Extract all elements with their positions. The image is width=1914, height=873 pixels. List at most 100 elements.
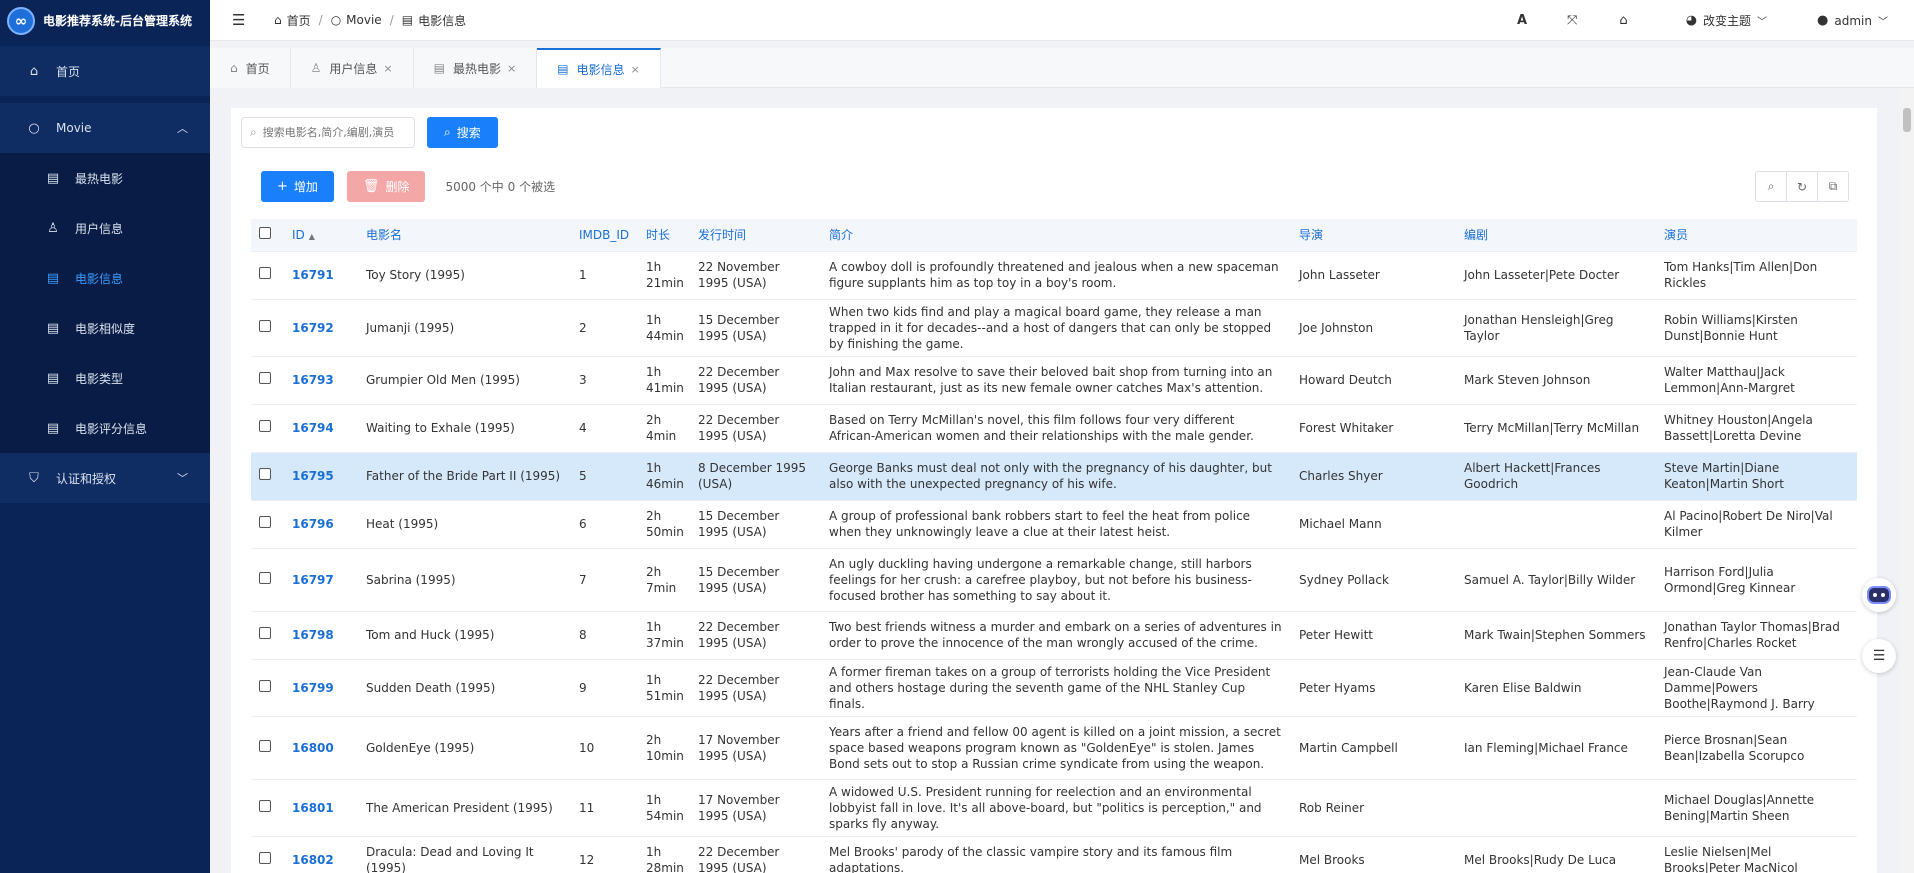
row-checkbox[interactable] bbox=[259, 372, 271, 384]
table-search-icon[interactable]: ⌕ bbox=[1755, 171, 1787, 202]
row-checkbox[interactable] bbox=[259, 319, 271, 332]
cell-director: Forest Whitaker bbox=[1291, 404, 1456, 453]
cell-id[interactable]: 16793 bbox=[284, 356, 358, 405]
table-row[interactable]: 16800 GoldenEye (1995) 10 2h 10min 17 Novemb… bbox=[251, 716, 1857, 780]
cell-id[interactable]: 16795 bbox=[284, 452, 358, 501]
sidebar-item-3[interactable]: ▤ 电影相似度 bbox=[0, 303, 210, 353]
tab-2[interactable]: ▤ 最热电影 × bbox=[413, 48, 538, 88]
close-icon[interactable]: × bbox=[507, 62, 516, 75]
cell-id[interactable]: 16794 bbox=[284, 404, 358, 453]
column-header[interactable]: 发行时间 bbox=[690, 219, 821, 252]
tab-0[interactable]: ⌂ 首页 bbox=[210, 48, 291, 88]
scrollbar[interactable] bbox=[1900, 88, 1914, 873]
row-checkbox[interactable] bbox=[259, 627, 271, 639]
table-row[interactable]: 16791 Toy Story (1995) 1 1h 21min 22 Novembe… bbox=[251, 251, 1857, 300]
cell-writer bbox=[1456, 500, 1656, 549]
cell-actors: Jean-Claude Van Damme|Powers Boothe|Raym… bbox=[1656, 659, 1857, 717]
notes-button[interactable]: ☰ bbox=[1862, 639, 1896, 673]
cell-id[interactable]: 16801 bbox=[284, 779, 358, 837]
breadcrumb-movie[interactable]: ○ Movie bbox=[331, 13, 382, 27]
film-icon: ▤ bbox=[46, 170, 60, 186]
cell-id[interactable]: 16799 bbox=[284, 659, 358, 717]
chevron-down-icon: ﹀ bbox=[177, 472, 188, 485]
column-header[interactable]: 演员 bbox=[1656, 219, 1857, 252]
scrollbar-thumb[interactable] bbox=[1903, 108, 1911, 132]
search-button[interactable]: ⌕ 搜索 bbox=[427, 117, 498, 148]
column-header[interactable]: 导演 bbox=[1291, 219, 1456, 252]
sidebar-group-movie[interactable]: ○ Movie ︿ bbox=[0, 103, 210, 153]
sidebar-item-home[interactable]: ⌂ 首页 bbox=[0, 46, 210, 96]
export-icon[interactable]: ⧉ bbox=[1817, 171, 1849, 202]
table-row[interactable]: 16794 Waiting to Exhale (1995) 4 2h 4min 22 … bbox=[251, 404, 1857, 453]
table-row[interactable]: 16796 Heat (1995) 6 2h 50min 15 December 199… bbox=[251, 500, 1857, 549]
cell-id[interactable]: 16797 bbox=[284, 548, 358, 612]
table-row[interactable]: 16798 Tom and Huck (1995) 8 1h 37min 22 Dece… bbox=[251, 611, 1857, 660]
sidebar-item-1[interactable]: ♙ 用户信息 bbox=[0, 203, 210, 253]
theme-switcher[interactable]: ◕ 改变主题 ﹀ bbox=[1686, 12, 1767, 29]
close-icon[interactable]: × bbox=[383, 62, 392, 75]
home-icon[interactable]: ⌂ bbox=[1619, 13, 1627, 28]
row-select-cell bbox=[251, 404, 284, 453]
search-input[interactable] bbox=[262, 126, 403, 139]
table-row[interactable]: 16797 Sabrina (1995) 7 2h 7min 15 December 1… bbox=[251, 548, 1857, 612]
cell-name: Sudden Death (1995) bbox=[358, 659, 571, 717]
sidebar-item-0[interactable]: ▤ 最热电影 bbox=[0, 153, 210, 203]
cell-imdb: 10 bbox=[571, 716, 638, 780]
row-checkbox[interactable] bbox=[259, 468, 271, 480]
row-checkbox[interactable] bbox=[259, 516, 271, 528]
tab-1[interactable]: ♙ 用户信息 × bbox=[290, 48, 414, 88]
row-checkbox[interactable] bbox=[259, 799, 271, 812]
cell-name: Waiting to Exhale (1995) bbox=[358, 404, 571, 453]
table-row[interactable]: 16795 Father of the Bride Part II (1995) 5… bbox=[251, 452, 1857, 501]
select-all-cell bbox=[251, 219, 284, 252]
close-icon[interactable]: × bbox=[631, 63, 640, 76]
column-header[interactable]: 简介 bbox=[821, 219, 1291, 252]
cell-id[interactable]: 16802 bbox=[284, 836, 358, 873]
cell-id[interactable]: 16796 bbox=[284, 500, 358, 549]
sidebar-group-auth[interactable]: ⛉ 认证和授权 ﹀ bbox=[0, 453, 210, 503]
sidebar-item-4[interactable]: ▤ 电影类型 bbox=[0, 353, 210, 403]
font-size-icon[interactable]: A bbox=[1517, 13, 1527, 28]
column-header[interactable]: 时长 bbox=[638, 219, 690, 252]
cell-director: Martin Campbell bbox=[1291, 716, 1456, 780]
delete-button[interactable]: 🗑 删除 bbox=[346, 171, 426, 202]
column-header[interactable]: IMDB_ID bbox=[571, 219, 638, 252]
column-header[interactable]: ID ▲ bbox=[284, 219, 358, 252]
row-select-cell bbox=[251, 611, 284, 660]
tab-3[interactable]: ▤ 电影信息 × bbox=[537, 48, 661, 88]
cell-writer: Mark Steven Johnson bbox=[1456, 356, 1656, 405]
row-checkbox[interactable] bbox=[259, 852, 271, 864]
table-row[interactable]: 16792 Jumanji (1995) 2 1h 44min 15 December … bbox=[251, 299, 1857, 357]
cell-id[interactable]: 16800 bbox=[284, 716, 358, 780]
table-row[interactable]: 16793 Grumpier Old Men (1995) 3 1h 41min 22 … bbox=[251, 356, 1857, 405]
table-row[interactable]: 16801 The American President (1995) 11 1h 5… bbox=[251, 779, 1857, 837]
row-checkbox[interactable] bbox=[259, 679, 271, 692]
sidebar-item-2[interactable]: ▤ 电影信息 bbox=[0, 253, 210, 303]
menu-toggle-icon[interactable]: ☰ bbox=[232, 11, 252, 29]
cell-imdb: 4 bbox=[571, 404, 638, 453]
cell-actors: Pierce Brosnan|Sean Bean|Izabella Scorup… bbox=[1656, 716, 1857, 780]
robot-icon bbox=[1867, 586, 1891, 604]
refresh-icon[interactable]: ↻ bbox=[1786, 171, 1818, 202]
row-checkbox[interactable] bbox=[259, 739, 271, 752]
sidebar-item-5[interactable]: ▤ 电影评分信息 bbox=[0, 403, 210, 453]
select-all-checkbox[interactable] bbox=[259, 227, 271, 240]
cell-id[interactable]: 16792 bbox=[284, 299, 358, 357]
chatbot-button[interactable] bbox=[1862, 578, 1896, 612]
search-icon: ⌕ bbox=[444, 125, 451, 139]
column-header[interactable]: 电影名 bbox=[358, 219, 571, 252]
user-menu[interactable]: ● admin ﹀ bbox=[1817, 13, 1888, 28]
fullscreen-icon[interactable]: ⤧ bbox=[1567, 13, 1577, 28]
cell-id[interactable]: 16791 bbox=[284, 251, 358, 300]
table-row[interactable]: 16799 Sudden Death (1995) 9 1h 51min 22 Dece… bbox=[251, 659, 1857, 717]
cell-id[interactable]: 16798 bbox=[284, 611, 358, 660]
cell-director: Howard Deutch bbox=[1291, 356, 1456, 405]
row-checkbox[interactable] bbox=[259, 267, 271, 279]
add-button[interactable]: + 增加 bbox=[261, 171, 334, 202]
row-checkbox[interactable] bbox=[259, 571, 271, 584]
breadcrumb-home[interactable]: ⌂ 首页 bbox=[274, 12, 311, 29]
column-header[interactable]: 编剧 bbox=[1456, 219, 1656, 252]
row-checkbox[interactable] bbox=[259, 420, 271, 432]
table-row[interactable]: 16802 Dracula: Dead and Loving It (1995) 1… bbox=[251, 836, 1857, 873]
sort-icon[interactable]: ▲ bbox=[309, 232, 315, 241]
